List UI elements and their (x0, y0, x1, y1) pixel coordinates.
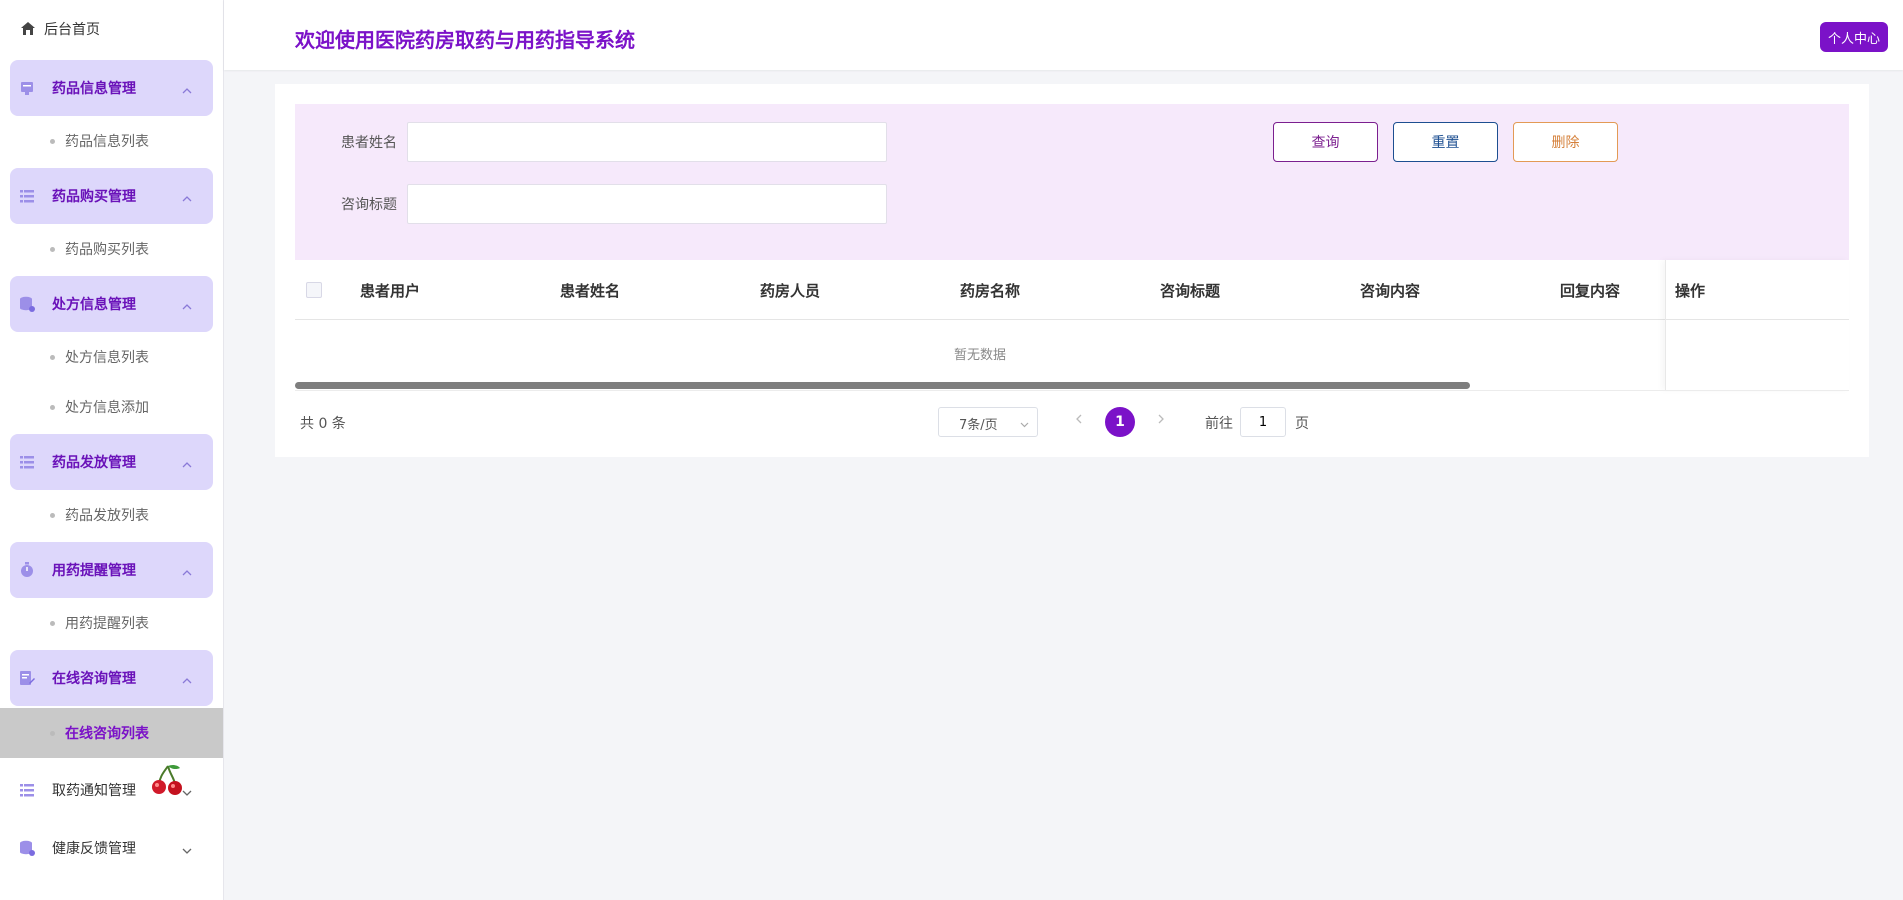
chevron-up-icon (181, 564, 193, 576)
delete-button[interactable]: 删除 (1513, 122, 1618, 162)
list-icon (18, 187, 36, 205)
column-header: 咨询标题 (1160, 282, 1221, 300)
next-page-icon[interactable] (1155, 412, 1167, 426)
dot-icon (50, 620, 55, 626)
sidebar-group-prescription[interactable]: 处方信息管理 (10, 276, 213, 332)
sidebar-item-drug-info-list[interactable]: 药品信息列表 (0, 116, 223, 166)
search-panel: 患者姓名 咨询标题 查询 重置 删除 (295, 104, 1849, 260)
divider (295, 390, 1849, 391)
page-size-value: 7条/页 (959, 418, 998, 433)
user-center-button[interactable]: 个人中心 (1820, 22, 1888, 52)
chevron-up-icon (181, 298, 193, 310)
sidebar-item-drug-dispense-list[interactable]: 药品发放列表 (0, 490, 223, 540)
patient-name-row: 患者姓名 (295, 122, 887, 162)
chevron-up-icon (181, 82, 193, 94)
sidebar-group-label: 在线咨询管理 (52, 671, 136, 687)
total-count: 共 0 条 (300, 416, 346, 432)
dot-icon (50, 246, 55, 252)
sidebar: 后台首页 药品信息管理 药品信息列表 药品购买管理 药品购买列表 处方信息管理 … (0, 0, 224, 900)
dot-icon (50, 138, 55, 144)
list-icon (18, 781, 36, 799)
cherry-icon (150, 762, 186, 798)
consult-title-row: 咨询标题 (295, 184, 887, 224)
consult-title-input[interactable] (407, 184, 887, 224)
database-icon (18, 839, 36, 857)
sidebar-item-label: 药品购买列表 (65, 242, 149, 258)
data-table: 患者用户 患者姓名 药房人员 药房名称 咨询标题 咨询内容 回复内容 操作 暂无… (295, 260, 1849, 397)
sidebar-item-label: 在线咨询列表 (65, 726, 149, 742)
dot-icon (50, 404, 55, 410)
consult-title-label: 咨询标题 (341, 197, 397, 213)
sidebar-home[interactable]: 后台首页 (0, 0, 223, 58)
column-header: 咨询内容 (1360, 282, 1421, 300)
sidebar-group-label: 处方信息管理 (52, 297, 136, 313)
sidebar-item-prescription-list[interactable]: 处方信息列表 (0, 332, 223, 382)
timer-icon (18, 561, 36, 579)
chevron-up-icon (181, 456, 193, 468)
sidebar-group-label: 药品购买管理 (52, 189, 136, 205)
column-header: 药房人员 (760, 282, 821, 300)
list-icon (18, 453, 36, 471)
sidebar-group-drug-info[interactable]: 药品信息管理 (10, 60, 213, 116)
sidebar-item-label: 药品发放列表 (65, 508, 149, 524)
sidebar-group-online-consult[interactable]: 在线咨询管理 (10, 650, 213, 706)
sidebar-group-label: 药品信息管理 (52, 81, 136, 97)
reset-button[interactable]: 重置 (1393, 122, 1498, 162)
patient-name-label: 患者姓名 (341, 135, 397, 151)
column-header: 患者用户 (360, 282, 421, 300)
sidebar-group-drug-purchase[interactable]: 药品购买管理 (10, 168, 213, 224)
pagination: 共 0 条 7条/页 1 前往 页 (295, 406, 1849, 437)
sidebar-group-label: 取药通知管理 (52, 783, 136, 799)
column-header: 药房名称 (960, 282, 1021, 300)
sidebar-item-prescription-add[interactable]: 处方信息添加 (0, 382, 223, 432)
sidebar-item-online-consult-list[interactable]: 在线咨询列表 (0, 708, 223, 758)
page-size-select[interactable]: 7条/页 (938, 407, 1038, 437)
scrollbar-thumb[interactable] (295, 382, 1470, 389)
goto-page-input[interactable] (1240, 407, 1286, 437)
sidebar-group-drug-dispense[interactable]: 药品发放管理 (10, 434, 213, 490)
sidebar-item-drug-purchase-list[interactable]: 药品购买列表 (0, 224, 223, 274)
database-icon (18, 295, 36, 313)
sidebar-group-label: 药品发放管理 (52, 455, 136, 471)
sidebar-group-health-feedback[interactable]: 健康反馈管理 (10, 820, 213, 876)
sidebar-item-medication-reminder-list[interactable]: 用药提醒列表 (0, 598, 223, 648)
chevron-up-icon (181, 672, 193, 684)
prev-page-icon[interactable] (1073, 412, 1085, 426)
horizontal-scrollbar[interactable] (295, 382, 1849, 389)
dot-icon (50, 512, 55, 518)
main-card: 患者姓名 咨询标题 查询 重置 删除 患者用户 患者姓名 药房人员 药房名称 咨… (275, 84, 1869, 457)
sidebar-group-label: 健康反馈管理 (52, 841, 136, 857)
chevron-up-icon (181, 190, 193, 202)
home-icon (20, 21, 36, 37)
page-number-current[interactable]: 1 (1105, 407, 1135, 437)
empty-text: 暂无数据 (953, 348, 1006, 363)
sidebar-group-label: 用药提醒管理 (52, 563, 136, 579)
column-header: 回复内容 (1560, 282, 1621, 300)
sidebar-group-medication-reminder[interactable]: 用药提醒管理 (10, 542, 213, 598)
patient-name-input[interactable] (407, 122, 887, 162)
select-all-checkbox[interactable] (306, 282, 322, 298)
column-header: 患者姓名 (560, 282, 621, 300)
edit-doc-icon (18, 669, 36, 687)
sidebar-item-label: 处方信息添加 (65, 400, 149, 416)
table-header: 患者用户 患者姓名 药房人员 药房名称 咨询标题 咨询内容 回复内容 操作 (295, 260, 1849, 320)
sidebar-item-label: 处方信息列表 (65, 350, 149, 366)
fixed-actions-column (1665, 260, 1849, 390)
dot-icon (50, 354, 55, 360)
query-button[interactable]: 查询 (1273, 122, 1378, 162)
sidebar-home-label: 后台首页 (44, 22, 100, 38)
top-header: 欢迎使用医院药房取药与用药指导系统 个人中心 (224, 0, 1903, 70)
dot-icon (50, 730, 55, 736)
page-unit-label: 页 (1295, 416, 1309, 432)
monitor-icon (18, 79, 36, 97)
sidebar-item-label: 药品信息列表 (65, 134, 149, 150)
sidebar-item-label: 用药提醒列表 (65, 616, 149, 632)
page-title: 欢迎使用医院药房取药与用药指导系统 (295, 28, 635, 52)
chevron-down-icon (1020, 418, 1029, 428)
chevron-down-icon (181, 842, 193, 854)
goto-label: 前往 (1205, 416, 1233, 432)
